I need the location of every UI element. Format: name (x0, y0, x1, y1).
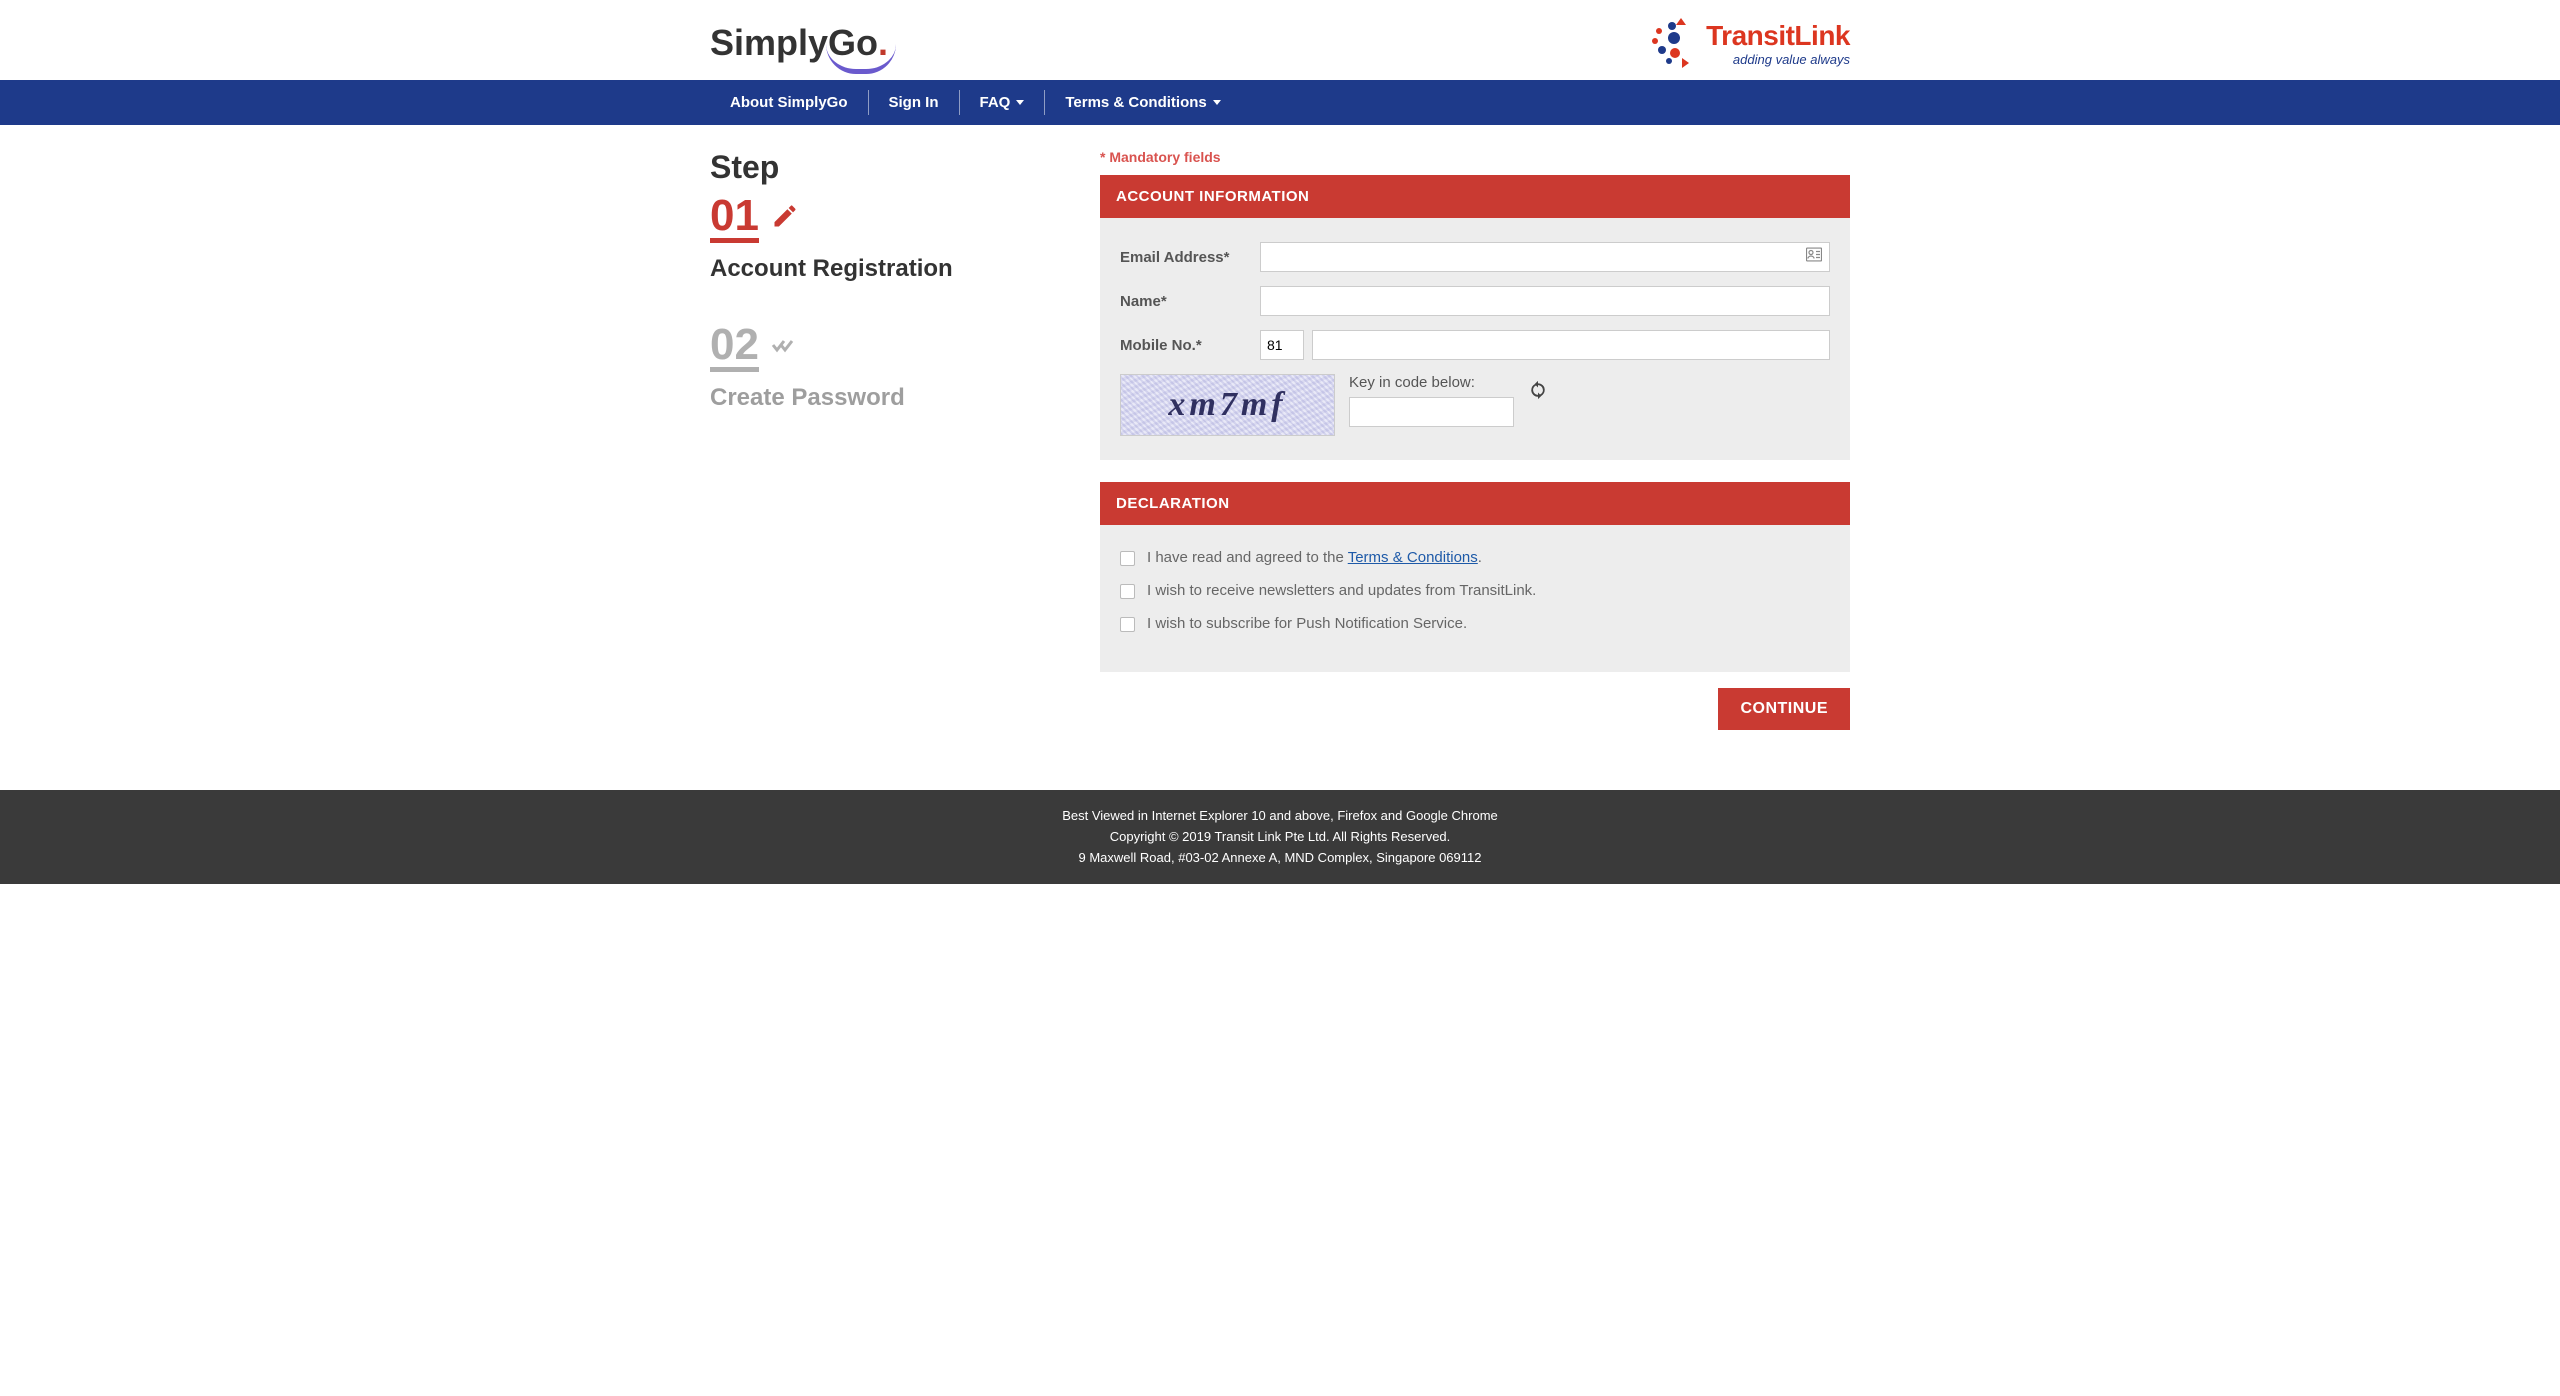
logo-transitlink-tagline: adding value always (1706, 52, 1850, 67)
mobile-prefix-input[interactable] (1260, 330, 1304, 360)
transitlink-dots-icon (1646, 18, 1696, 68)
captcha-label: Key in code below: (1349, 374, 1514, 391)
site-header: SimplyGo. TransitLink adding value alway… (0, 0, 2560, 80)
declaration-terms-row: I have read and agreed to the Terms & Co… (1120, 549, 1830, 566)
captcha-image: xm7mf (1120, 374, 1335, 436)
label-name: Name* (1120, 293, 1260, 310)
decl-text: . (1478, 549, 1482, 566)
footer-line-2: Copyright © 2019 Transit Link Pte Ltd. A… (10, 827, 2550, 848)
pencil-icon (771, 202, 799, 235)
nav-about-simplygo[interactable]: About SimplyGo (710, 80, 868, 125)
logo-smile-icon (826, 44, 896, 74)
logo-transitlink-main: TransitLink (1706, 20, 1850, 52)
mobile-input[interactable] (1312, 330, 1830, 360)
primary-nav: About SimplyGo Sign In FAQ Terms & Condi… (0, 80, 2560, 125)
step-2-number: 02 (710, 323, 759, 372)
declaration-newsletter-row: I wish to receive newsletters and update… (1120, 582, 1830, 599)
nav-label: About SimplyGo (730, 94, 848, 111)
declaration-push-row: I wish to subscribe for Push Notificatio… (1120, 615, 1830, 632)
nav-label: Terms & Conditions (1065, 94, 1206, 111)
step-1-title: Account Registration (710, 255, 1060, 283)
footer-line-3: 9 Maxwell Road, #03-02 Annexe A, MND Com… (10, 848, 2550, 869)
step-2-title: Create Password (710, 384, 1060, 412)
nav-label: Sign In (889, 94, 939, 111)
decl-text: I have read and agreed to the (1147, 549, 1348, 566)
section-header-declaration: DECLARATION (1100, 482, 1850, 525)
main-content: Step 01 Account Registration 02 Create P… (690, 125, 1870, 790)
nav-label: FAQ (980, 94, 1011, 111)
steps-sidebar: Step 01 Account Registration 02 Create P… (710, 149, 1060, 730)
step-2: 02 Create Password (710, 323, 1060, 412)
declaration-terms-text: I have read and agreed to the Terms & Co… (1147, 549, 1482, 566)
checkbox-push[interactable] (1120, 617, 1135, 632)
refresh-icon[interactable] (1528, 380, 1548, 405)
section-body-account: Email Address* Name* Mobile No.* (1100, 218, 1850, 460)
double-check-icon (771, 334, 801, 361)
name-input[interactable] (1260, 286, 1830, 316)
label-mobile: Mobile No.* (1120, 337, 1260, 354)
form-column: * Mandatory fields ACCOUNT INFORMATION E… (1100, 149, 1850, 730)
declaration-push-text: I wish to subscribe for Push Notificatio… (1147, 615, 1467, 632)
nav-terms-conditions[interactable]: Terms & Conditions (1045, 80, 1240, 125)
chevron-down-icon (1213, 100, 1221, 105)
logo-simplygo: SimplyGo. (710, 22, 888, 64)
contact-card-icon (1806, 248, 1822, 267)
email-input[interactable] (1260, 242, 1830, 272)
section-body-declaration: I have read and agreed to the Terms & Co… (1100, 525, 1850, 672)
checkbox-newsletter[interactable] (1120, 584, 1135, 599)
section-header-account: ACCOUNT INFORMATION (1100, 175, 1850, 218)
terms-link[interactable]: Terms & Conditions (1348, 549, 1478, 566)
logo-transitlink: TransitLink adding value always (1646, 18, 1850, 68)
checkbox-terms[interactable] (1120, 551, 1135, 566)
captcha-input[interactable] (1349, 397, 1514, 427)
declaration-newsletter-text: I wish to receive newsletters and update… (1147, 582, 1536, 599)
continue-button[interactable]: CONTINUE (1718, 688, 1850, 730)
site-footer: Best Viewed in Internet Explorer 10 and … (0, 790, 2560, 884)
step-1-number: 01 (710, 194, 759, 243)
nav-faq[interactable]: FAQ (960, 80, 1045, 125)
footer-line-1: Best Viewed in Internet Explorer 10 and … (10, 806, 2550, 827)
label-email: Email Address* (1120, 249, 1260, 266)
step-1: 01 Account Registration (710, 194, 1060, 283)
nav-sign-in[interactable]: Sign In (869, 80, 959, 125)
mandatory-note: * Mandatory fields (1100, 149, 1850, 165)
chevron-down-icon (1016, 100, 1024, 105)
steps-heading: Step (710, 149, 1060, 186)
